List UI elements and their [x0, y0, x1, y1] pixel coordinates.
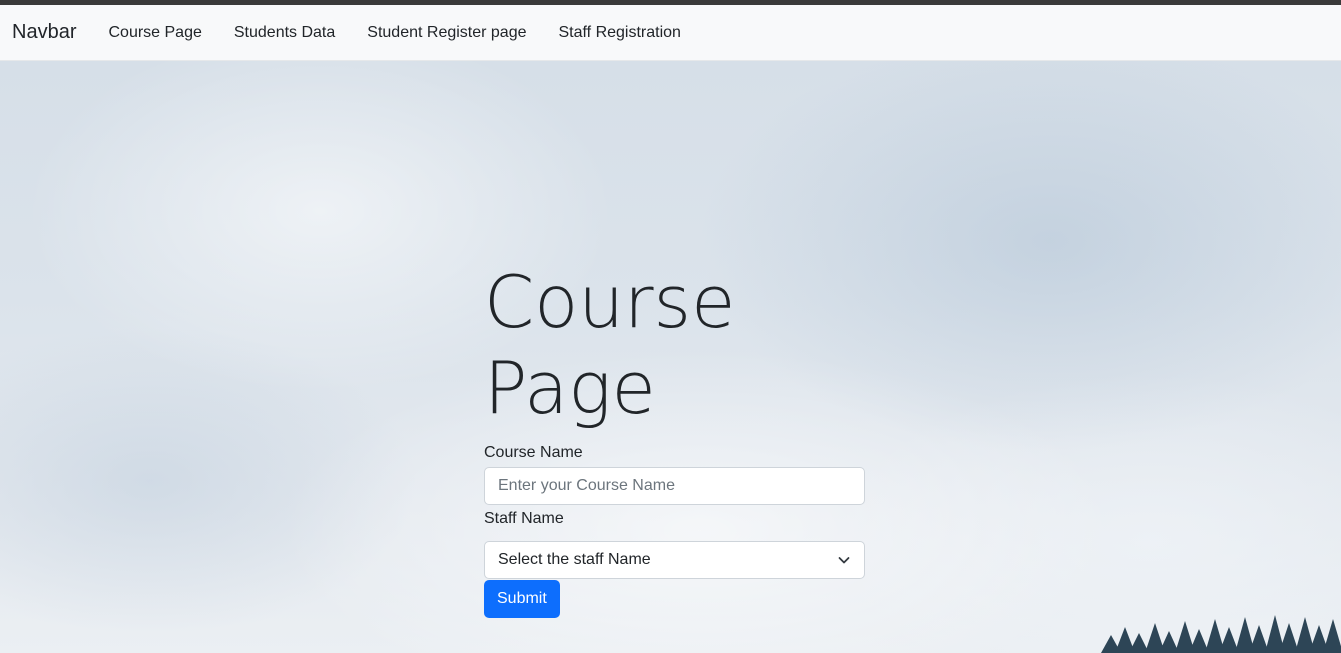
- chevron-down-icon: [838, 557, 850, 564]
- nav-link-course-page[interactable]: Course Page: [92, 24, 217, 42]
- course-name-label: Course Name: [484, 444, 583, 461]
- hero-background: Course Page Course Name Staff Name Selec…: [0, 61, 1341, 653]
- navbar-brand[interactable]: Navbar: [12, 21, 76, 44]
- navbar: Navbar Course Page Students Data Student…: [0, 5, 1341, 61]
- submit-button[interactable]: Submit: [484, 580, 560, 618]
- staff-name-label: Staff Name: [484, 510, 564, 527]
- nav-link-students-data[interactable]: Students Data: [218, 24, 351, 42]
- page-title: Course Page: [484, 260, 736, 430]
- staff-select-value: Select the staff Name: [498, 551, 651, 568]
- nav-link-staff-registration[interactable]: Staff Registration: [543, 24, 697, 42]
- nav-link-student-register[interactable]: Student Register page: [351, 24, 542, 42]
- course-name-input[interactable]: [484, 467, 865, 505]
- course-form: Course Page Course Name Staff Name Selec…: [484, 259, 865, 618]
- staff-name-select[interactable]: Select the staff Name: [484, 541, 865, 579]
- treeline-image: [1101, 615, 1341, 653]
